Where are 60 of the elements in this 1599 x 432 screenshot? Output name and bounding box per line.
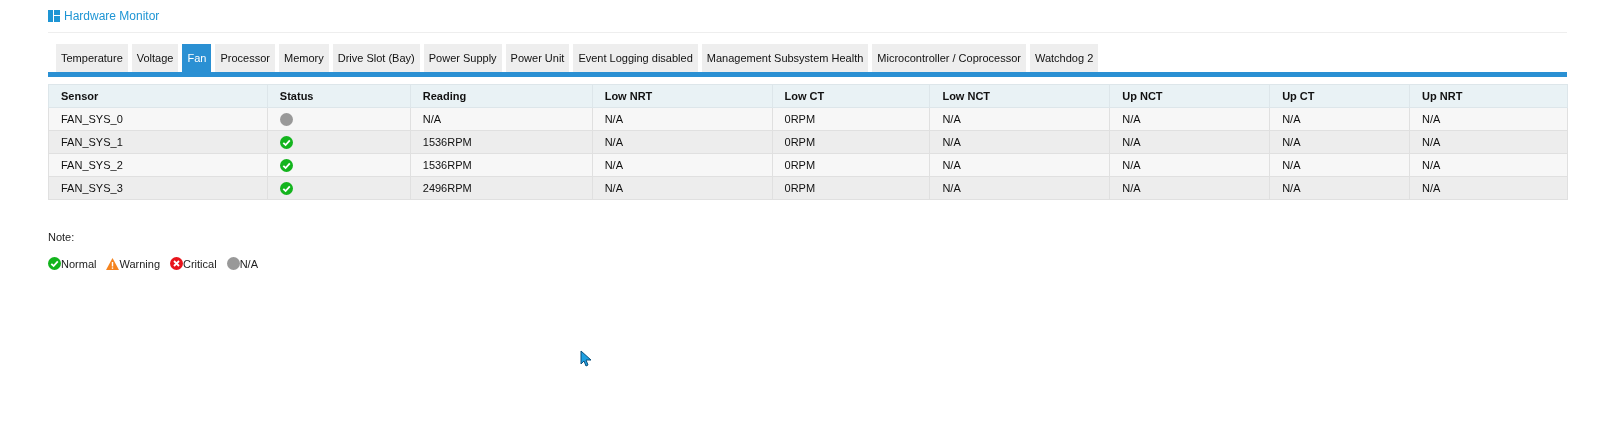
table-cell: N/A <box>942 181 961 194</box>
column-header: Up NCT <box>1109 84 1270 108</box>
table-cell: N/A <box>1422 135 1441 148</box>
page-title: Hardware Monitor <box>64 8 160 25</box>
column-header: Up CT <box>1269 84 1410 108</box>
tab[interactable]: Memory <box>278 44 329 72</box>
tab[interactable]: Power Supply <box>423 44 502 72</box>
table-cell: FAN_SYS_0 <box>61 112 123 125</box>
table-cell: N/A <box>942 112 961 125</box>
table-cell: N/A <box>1422 181 1441 194</box>
table-cell: N/A <box>1282 181 1301 194</box>
tab[interactable]: Watchdog 2 <box>1029 44 1099 72</box>
table-cell: 0RPM <box>784 181 816 194</box>
table-cell: N/A <box>1122 158 1141 171</box>
tab[interactable]: Management Subsystem Health <box>701 44 869 72</box>
table-cell: FAN_SYS_2 <box>61 158 123 171</box>
table-cell: N/A <box>1422 158 1441 171</box>
column-header: Status <box>267 84 411 108</box>
column-header: Reading <box>410 84 593 108</box>
column-header: Low NRT <box>592 84 772 108</box>
table-cell: 1536RPM <box>422 135 472 148</box>
tab[interactable]: Voltage <box>131 44 179 72</box>
table-cell: FAN_SYS_3 <box>61 181 123 194</box>
table-cell: N/A <box>604 135 623 148</box>
table-cell: FAN_SYS_1 <box>61 135 123 148</box>
table-cell: 0RPM <box>784 158 816 171</box>
table-cell: N/A <box>1282 158 1301 171</box>
table-cell: N/A <box>422 112 442 125</box>
table-cell: N/A <box>604 181 623 194</box>
column-header: Low CT <box>772 84 930 108</box>
tab[interactable]: Microcontroller / Coprocessor <box>872 44 1026 72</box>
table-cell: N/A <box>604 158 623 171</box>
tab[interactable]: Processor <box>215 44 275 72</box>
legend-label: Warning <box>119 256 160 272</box>
table-cell: N/A <box>1122 112 1141 125</box>
mouse-pointer-icon <box>580 350 592 367</box>
tab[interactable]: Power Unit <box>505 44 570 72</box>
legend-label: Normal <box>61 256 97 272</box>
table-cell: N/A <box>942 158 961 171</box>
column-header: Low NCT <box>929 84 1110 108</box>
table-cell: 2496RPM <box>422 181 472 194</box>
table-cell: N/A <box>1282 112 1301 125</box>
table-cell: N/A <box>942 135 961 148</box>
column-header: Up NRT <box>1409 84 1568 108</box>
note-label: Note: <box>48 230 76 245</box>
table-cell: N/A <box>604 112 623 125</box>
legend-label: Critical <box>183 256 217 272</box>
tab[interactable]: Event Logging disabled <box>573 44 698 72</box>
logo-icon <box>48 10 60 22</box>
table-cell: N/A <box>1122 135 1141 148</box>
legend-label: N/A <box>239 256 258 272</box>
table-cell: 0RPM <box>784 112 816 125</box>
tab[interactable]: Temperature <box>56 44 128 72</box>
table-cell: 0RPM <box>784 135 816 148</box>
table-cell: N/A <box>1422 112 1441 125</box>
column-header: Sensor <box>48 84 268 108</box>
table-cell: N/A <box>1282 135 1301 148</box>
tab[interactable]: Drive Slot (Bay) <box>332 44 420 72</box>
table-cell: 1536RPM <box>422 158 472 171</box>
table-cell: N/A <box>1122 181 1141 194</box>
